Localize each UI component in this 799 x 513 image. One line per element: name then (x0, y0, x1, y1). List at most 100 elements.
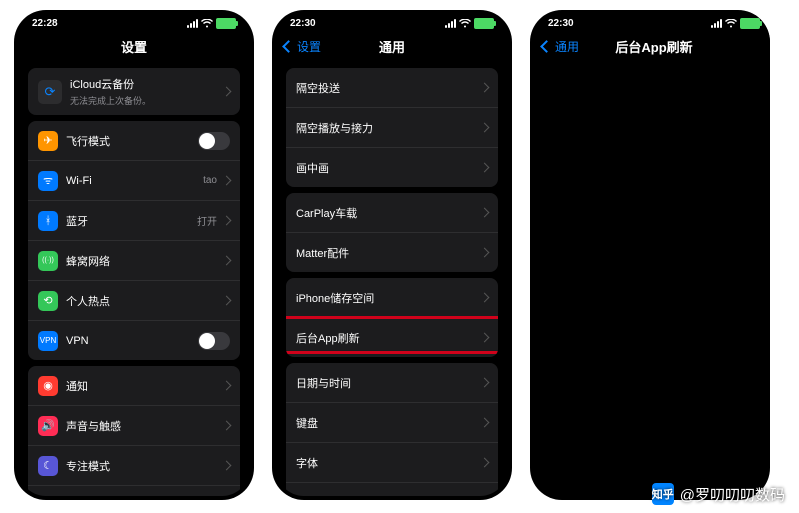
row-label: iPhone储存空间 (296, 290, 481, 306)
vpn-icon: VPN (38, 331, 58, 351)
focus-icon: ☾ (38, 456, 58, 476)
settings-row[interactable]: ☾ 专注模式 (28, 445, 240, 485)
row-label: 专注模式 (66, 458, 223, 474)
chevron-right-icon (222, 421, 232, 431)
header: 通用 后台App刷新 (534, 31, 770, 64)
row-label: 蓝牙 (66, 213, 197, 229)
page-title: 设置 (121, 37, 147, 56)
row-value: 打开 (197, 213, 217, 228)
signal-icon (711, 19, 722, 28)
chevron-right-icon (222, 176, 232, 186)
back-button[interactable]: 设置 (284, 38, 321, 55)
bt-icon: ᚼ (38, 211, 58, 231)
zhihu-logo-icon: 知乎 (652, 483, 674, 505)
clock: 22:28 (32, 18, 58, 29)
settings-row[interactable]: ((·)) 蜂窝网络 (28, 240, 240, 280)
settings-row[interactable]: ᯤ Wi-Fitao (28, 160, 240, 200)
toggle-switch[interactable] (198, 332, 230, 350)
chevron-right-icon (480, 248, 490, 258)
row-label: 隔空播放与接力 (296, 120, 481, 136)
row-label: 键盘 (296, 415, 481, 431)
settings-row[interactable]: VPN VPN (28, 320, 240, 360)
chevron-right-icon (222, 256, 232, 266)
row-label: 蜂窝网络 (66, 253, 223, 269)
banner-subtitle: 无法完成上次备份。 (70, 94, 215, 107)
battery-icon (474, 18, 494, 29)
chevron-right-icon (222, 461, 232, 471)
settings-row[interactable]: CarPlay车载 (286, 193, 498, 232)
row-label: 字体 (296, 455, 481, 471)
settings-row[interactable]: ᚼ 蓝牙打开 (28, 200, 240, 240)
chevron-right-icon (480, 123, 490, 133)
chevron-left-icon (540, 40, 553, 53)
hotspot-icon: ⟲ (38, 291, 58, 311)
chevron-right-icon (480, 418, 490, 428)
phone-general: 22:30 设置 通用 隔空投送隔空播放与接力画中画 CarPlay车载 Matt… (272, 10, 512, 500)
chevron-right-icon (480, 458, 490, 468)
row-label: VPN (66, 335, 198, 347)
chevron-right-icon (222, 381, 232, 391)
settings-row[interactable]: Matter配件 (286, 232, 498, 272)
row-label: 后台App刷新 (296, 330, 481, 346)
settings-row[interactable]: 隔空播放与接力 (286, 107, 498, 147)
watermark-text: @罗叨叨叨数码 (680, 484, 785, 505)
wifi-icon (725, 19, 737, 28)
page-title: 后台App刷新 (615, 37, 692, 56)
signal-icon (445, 19, 456, 28)
watermark: 知乎 @罗叨叨叨数码 (652, 483, 785, 505)
banner-title: iCloud云备份 (70, 76, 215, 92)
screentime-icon: ⏳ (38, 496, 58, 497)
airplane-icon: ✈ (38, 131, 58, 151)
battery-icon (740, 18, 760, 29)
settings-row[interactable]: 画中画 (286, 147, 498, 187)
chevron-right-icon (222, 216, 232, 226)
settings-row[interactable]: ◉ 通知 (28, 366, 240, 405)
header: 设置 通用 (276, 31, 508, 64)
phone-settings: 22:28 设置 ⟳ iCloud云备份 无法完成上次备份。 ✈飞行模式 ᯤ Wi-… (14, 10, 254, 500)
row-label: 日期与时间 (296, 375, 481, 391)
row-value: tao (203, 175, 217, 186)
chevron-right-icon (222, 296, 232, 306)
settings-row[interactable]: iPhone储存空间 (286, 278, 498, 317)
chevron-left-icon (282, 40, 295, 53)
signal-icon (187, 19, 198, 28)
chevron-right-icon (480, 163, 490, 173)
row-label: CarPlay车载 (296, 205, 481, 221)
row-label: 通知 (66, 378, 223, 394)
cloud-devices-icon: ⟳ (38, 80, 62, 104)
chevron-right-icon (480, 208, 490, 218)
row-label: 语言与地区 (296, 495, 481, 497)
page-title: 通用 (379, 37, 405, 56)
settings-row[interactable]: 后台App刷新 (286, 317, 498, 357)
row-label: 画中画 (296, 160, 481, 176)
wifi-icon: ᯤ (38, 171, 58, 191)
wifi-icon (459, 19, 471, 28)
settings-row[interactable]: 隔空投送 (286, 68, 498, 107)
row-label: Matter配件 (296, 245, 481, 261)
wifi-icon (201, 19, 213, 28)
row-label: 隔空投送 (296, 80, 481, 96)
settings-row[interactable]: 🔊 声音与触感 (28, 405, 240, 445)
chevron-right-icon (480, 333, 490, 343)
back-button[interactable]: 通用 (542, 38, 579, 55)
sound-icon: 🔊 (38, 416, 58, 436)
settings-row[interactable]: 语言与地区 (286, 482, 498, 496)
row-label: Wi-Fi (66, 175, 203, 187)
settings-row[interactable]: ⏳屏幕使用时间 (28, 485, 240, 496)
cell-icon: ((·)) (38, 251, 58, 271)
settings-row[interactable]: 键盘 (286, 402, 498, 442)
chevron-right-icon (222, 87, 232, 97)
icloud-banner[interactable]: ⟳ iCloud云备份 无法完成上次备份。 (28, 68, 240, 115)
row-label: 个人热点 (66, 293, 223, 309)
chevron-right-icon (480, 293, 490, 303)
notif-icon: ◉ (38, 376, 58, 396)
settings-row[interactable]: ✈飞行模式 (28, 121, 240, 160)
settings-row[interactable]: 字体 (286, 442, 498, 482)
settings-row[interactable]: ⟲ 个人热点 (28, 280, 240, 320)
chevron-right-icon (480, 378, 490, 388)
row-label: 声音与触感 (66, 418, 223, 434)
clock: 22:30 (290, 18, 316, 29)
header: 设置 (18, 31, 250, 64)
toggle-switch[interactable] (198, 132, 230, 150)
settings-row[interactable]: 日期与时间 (286, 363, 498, 402)
